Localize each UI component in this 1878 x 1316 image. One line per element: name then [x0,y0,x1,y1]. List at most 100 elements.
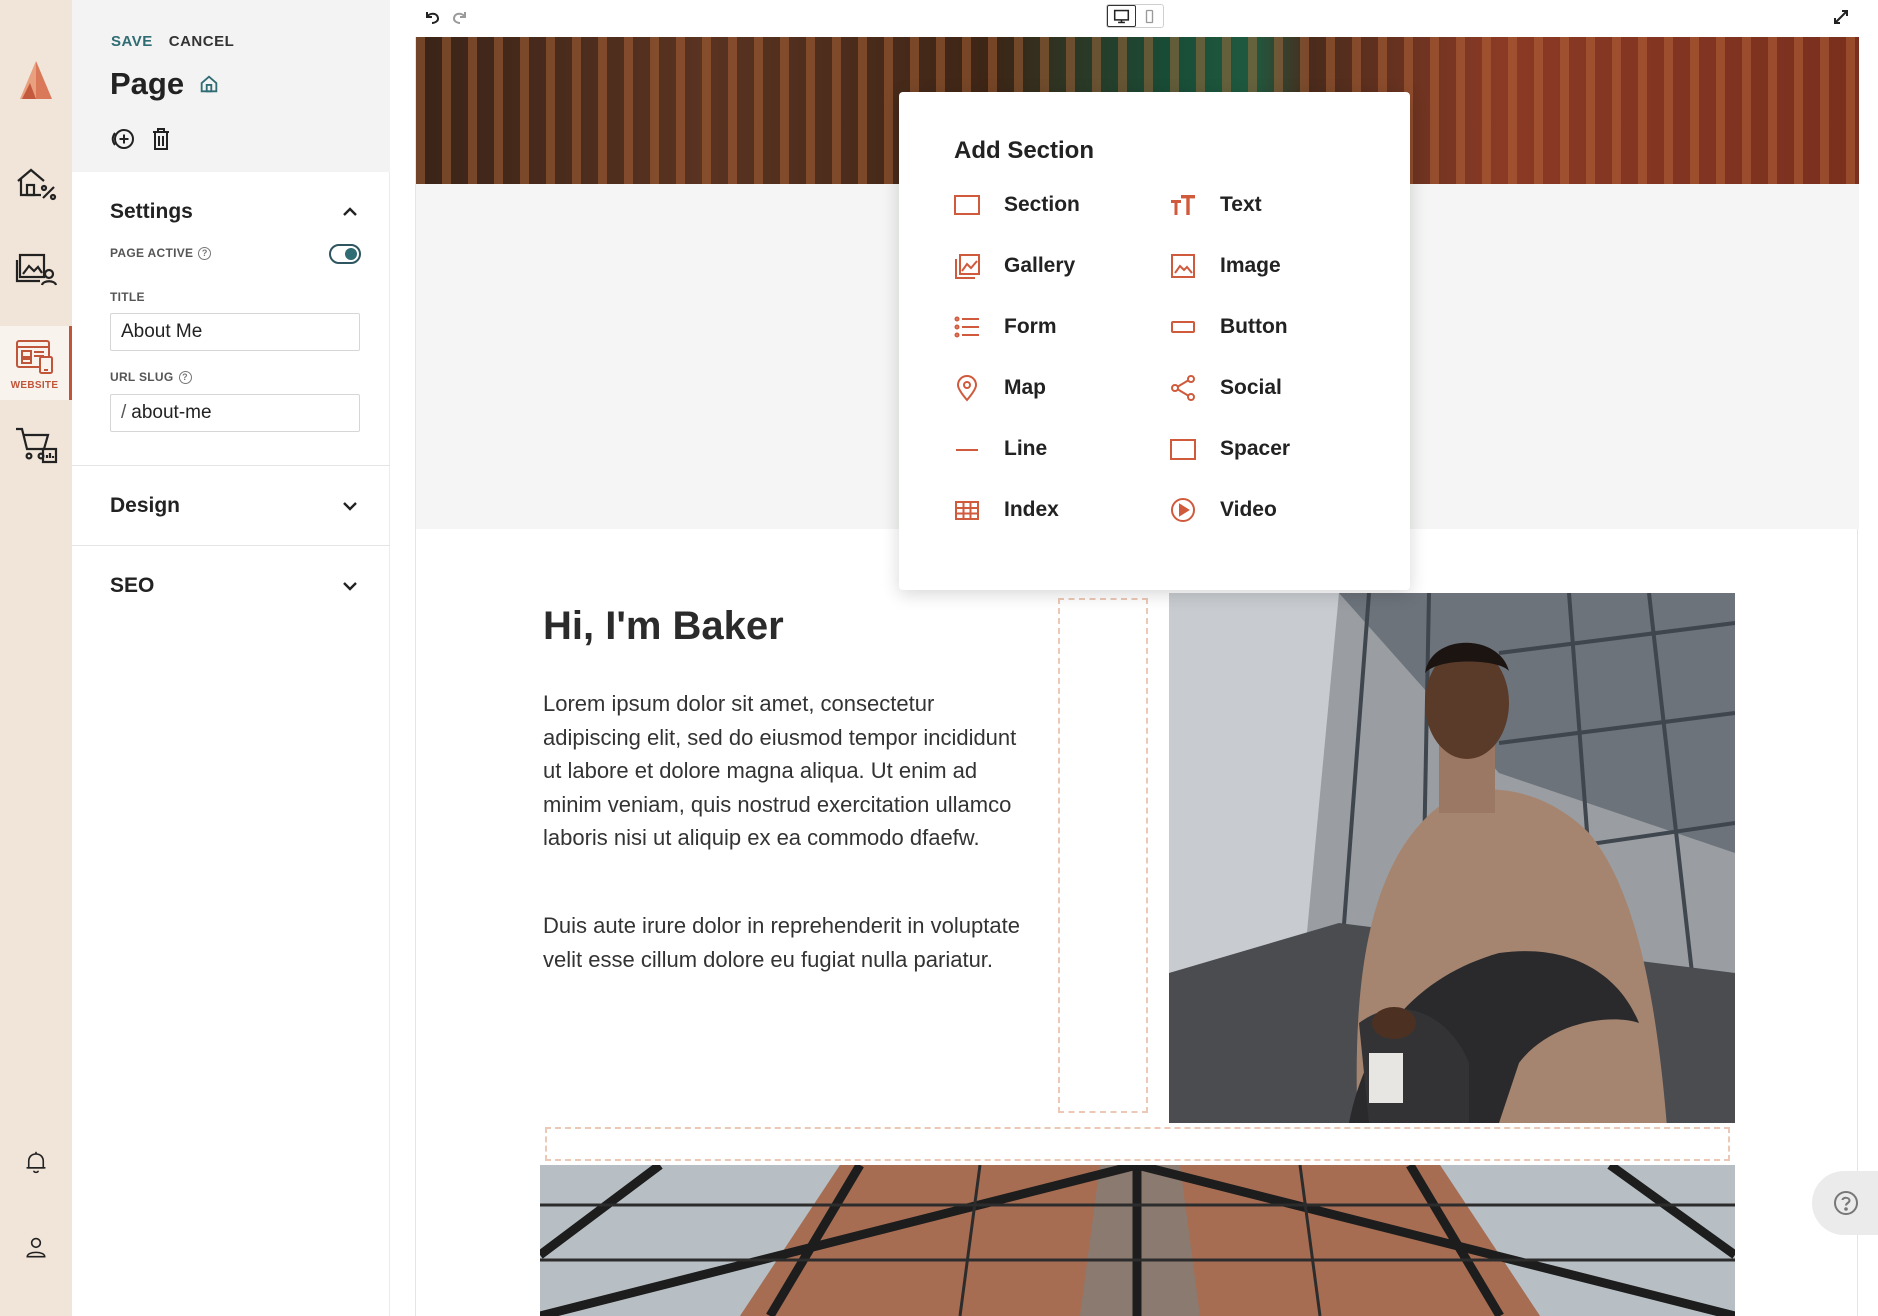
brand-logo[interactable] [16,55,56,103]
house-percent-icon [17,168,57,201]
title-input-value: About Me [121,321,203,342]
add-form-item[interactable]: Form [952,312,1057,342]
item-label: Text [1220,193,1262,216]
add-section-item[interactable]: Section [952,190,1080,220]
portrait-illustration [1169,593,1735,1123]
url-slug-value: about-me [131,402,212,423]
mobile-view-button[interactable] [1136,5,1163,27]
roof-illustration [540,1165,1735,1316]
item-label: Line [1004,437,1048,460]
form-icon [954,316,979,338]
help-icon[interactable]: ? [198,246,212,260]
text-icon [1171,195,1195,215]
cancel-button[interactable]: CANCEL [169,33,235,50]
page-active-toggle[interactable] [329,244,361,264]
page-active-label: PAGE ACTIVE [110,246,194,260]
item-label: Section [1004,193,1080,216]
title-input[interactable]: About Me [110,313,360,351]
settings-heading: Settings [110,200,193,223]
about-paragraph-1[interactable]: Lorem ipsum dolor sit amet, consectetur … [543,687,1023,855]
bell-icon [26,1151,46,1174]
button-icon [1171,321,1195,333]
home-icon[interactable] [198,73,220,95]
add-video-item[interactable]: Video [1168,495,1277,525]
title-label-row: TITLE [110,290,145,304]
chevron-down-icon [343,502,357,511]
item-label: Index [1004,498,1059,521]
share-icon [1171,375,1195,401]
play-icon [1171,498,1195,522]
rail-item-store[interactable] [0,420,72,470]
add-image-item[interactable]: Image [1168,251,1281,281]
url-slug-prefix: / [121,402,127,423]
item-label: Gallery [1004,254,1076,277]
about-paragraph-2[interactable]: Duis aute irure dolor in reprehenderit i… [543,909,1023,976]
chevron-up-icon [343,207,357,216]
about-heading[interactable]: Hi, I'm Baker [543,604,784,649]
website-icon [15,340,53,374]
page-active-label-row: PAGE ACTIVE ? [110,246,212,260]
desktop-view-button[interactable] [1107,5,1136,27]
add-social-item[interactable]: Social [1168,373,1282,403]
divider [72,465,390,466]
divider [72,545,390,546]
design-section-toggle[interactable]: Design [110,494,360,518]
add-line-item[interactable]: Line [952,434,1047,464]
toggle-knob [345,248,357,260]
title-label: TITLE [110,290,145,304]
rail-item-properties[interactable] [0,158,72,208]
rail-item-website[interactable]: WEBSITE [0,326,72,400]
redo-icon[interactable] [449,6,471,28]
rail-item-notifications[interactable] [0,1140,72,1184]
trash-icon[interactable] [148,126,174,152]
item-label: Spacer [1220,437,1291,460]
desktop-icon [1113,9,1130,23]
settings-section-toggle[interactable]: Settings [110,200,360,224]
seo-section-toggle[interactable]: SEO [110,574,360,598]
url-slug-label-row: URL SLUG ? [110,370,192,384]
add-spacer-item[interactable]: Spacer [1168,434,1290,464]
help-button[interactable] [1812,1171,1878,1235]
add-map-item[interactable]: Map [952,373,1046,403]
spacer-row[interactable] [545,1127,1730,1161]
page-settings-panel: SAVE CANCEL Page Settings PAGE ACTIVE ? … [72,0,390,1316]
url-slug-label: URL SLUG [110,370,174,384]
rail-item-account[interactable] [0,1226,72,1270]
rail-item-media[interactable] [0,244,72,294]
editor-canvas: Hi, I'm Baker Lorem ipsum dolor sit amet… [390,0,1878,1316]
fullscreen-icon[interactable] [1830,6,1852,28]
image-user-icon [15,253,58,286]
item-label: Button [1220,315,1288,338]
user-icon [26,1237,46,1258]
app-sidebar: WEBSITE [0,0,72,1316]
item-label: Video [1220,498,1277,521]
add-text-item[interactable]: Text [1168,190,1262,220]
section-icon [954,195,980,215]
add-index-item[interactable]: Index [952,495,1059,525]
add-gallery-item[interactable]: Gallery [952,251,1075,281]
design-heading: Design [110,494,181,517]
popup-title: Add Section [954,137,1095,164]
roof-image[interactable] [540,1165,1735,1316]
seo-heading: SEO [110,574,155,597]
help-icon[interactable]: ? [178,370,192,384]
spacer-icon [1170,439,1196,460]
line-icon [956,449,978,451]
add-page-icon[interactable] [110,126,136,152]
gallery-icon [955,254,980,279]
map-pin-icon [956,374,978,402]
portrait-image[interactable] [1169,593,1735,1123]
undo-icon[interactable] [421,6,443,28]
add-section-popup: Add Section Section Text Gallery Image F… [899,92,1410,590]
device-toggle [1106,4,1164,28]
page-title: Page [110,66,185,101]
save-button[interactable]: SAVE [111,33,153,50]
image-icon [1171,254,1195,278]
canvas-toolbar [390,0,1878,37]
item-label: Social [1220,376,1282,399]
url-slug-input[interactable]: / about-me [110,394,360,432]
spacer-column[interactable] [1058,598,1148,1113]
chevron-down-icon [343,582,357,591]
help-circle-icon [1834,1191,1858,1215]
add-button-item[interactable]: Button [1168,312,1288,342]
